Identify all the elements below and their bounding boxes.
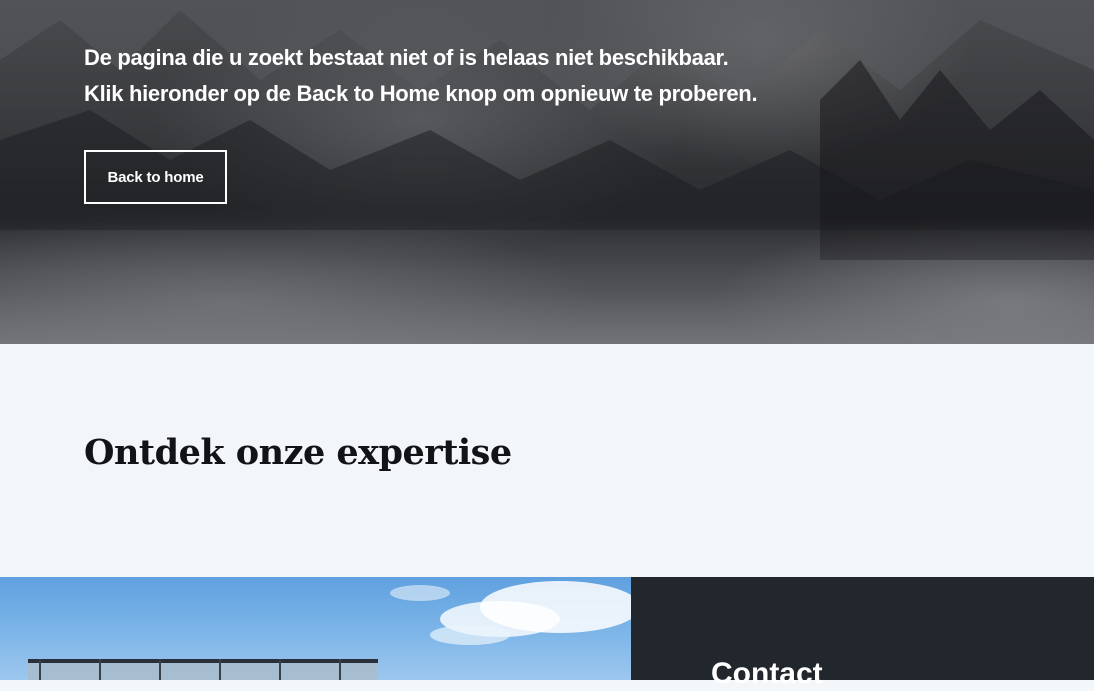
error-message-line-2: Klik hieronder op de Back to Home knop o… xyxy=(84,81,758,106)
section-title: Ontdek onze expertise xyxy=(84,432,512,473)
contact-title: Contact xyxy=(711,657,823,690)
building-photo xyxy=(0,577,631,680)
hero-section: De pagina die u zoekt bestaat niet of is… xyxy=(0,0,1094,344)
expertise-section: Ontdek onze expertise xyxy=(0,344,1094,577)
building-sky-image xyxy=(28,581,631,680)
back-to-home-button[interactable]: Back to home xyxy=(84,150,227,204)
bottom-section: Contact xyxy=(0,577,1094,690)
error-message: De pagina die u zoekt bestaat niet of is… xyxy=(84,40,758,112)
contact-panel: Contact xyxy=(631,577,1094,690)
error-message-line-1: De pagina die u zoekt bestaat niet of is… xyxy=(84,45,729,70)
